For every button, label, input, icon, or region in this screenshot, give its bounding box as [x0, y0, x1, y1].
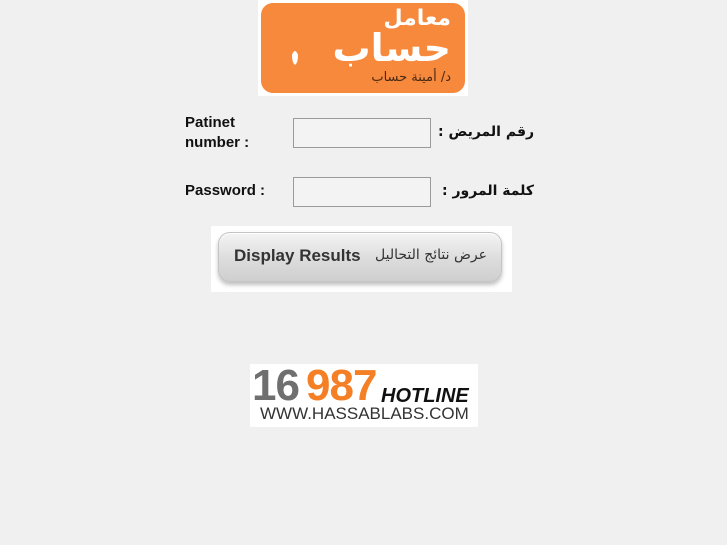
logo-text-doctor: د/ أمينة حساب	[371, 70, 451, 85]
brand-logo: معامل حساب د/ أمينة حساب	[258, 0, 468, 96]
patient-number-input[interactable]	[293, 118, 431, 148]
password-input[interactable]	[293, 177, 431, 207]
display-results-label-ar: عرض نتائج التحاليل	[375, 247, 487, 263]
password-label: Password :	[185, 182, 266, 199]
display-results-label: Display Results	[234, 246, 361, 265]
logo-badge: معامل حساب د/ أمينة حساب	[261, 3, 465, 93]
password-label-ar: كلمة المرور :	[442, 183, 534, 199]
display-results-button-frame: Display Results عرض نتائج التحاليل	[211, 226, 512, 292]
display-results-button[interactable]: Display Results عرض نتائج التحاليل	[218, 232, 502, 282]
patient-number-label: Patinet number :	[185, 114, 250, 151]
hotline-website: WWW.HASSABLABS.COM	[260, 404, 469, 423]
patient-number-label-ar: رقم المريض :	[438, 124, 535, 140]
logo-text-hassab: حساب	[332, 26, 451, 70]
hotline-banner: 16 987 HOTLINE WWW.HASSABLABS.COM	[250, 364, 478, 427]
